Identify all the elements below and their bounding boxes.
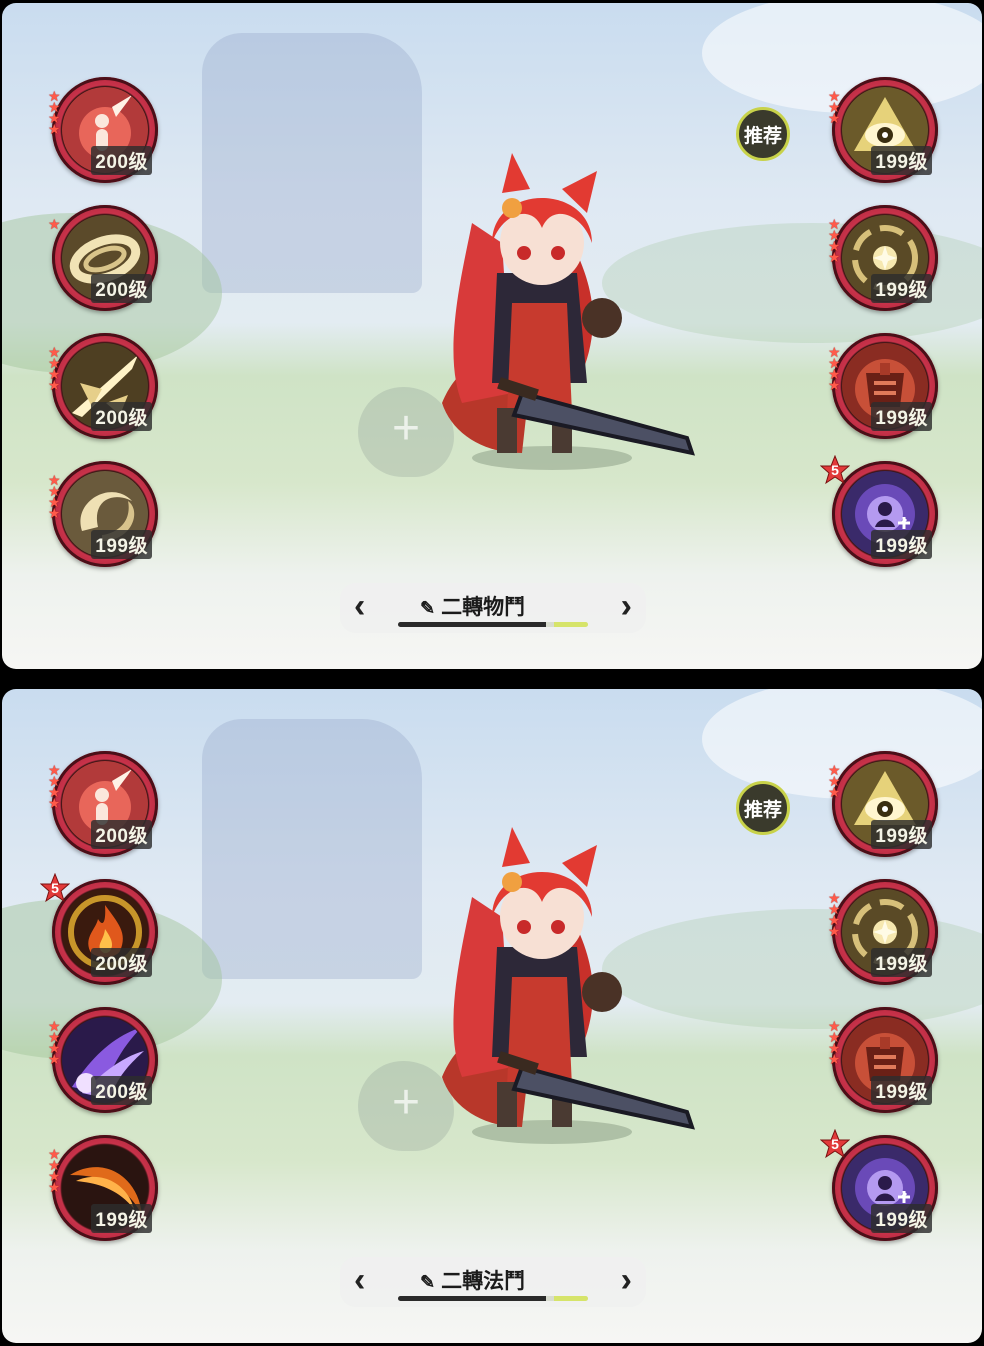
star-rating: ★ ★ ★ ★ [48, 472, 61, 521]
next-build-button[interactable]: › [621, 1263, 632, 1297]
hero-character [402, 153, 702, 483]
progress-accent [553, 622, 588, 627]
skill-slot-left-1[interactable]: ★ ★ ★ ★ 200级 [48, 751, 158, 857]
skill-slot-right-2[interactable]: ★ ★ ★ ★ 199级 [828, 879, 938, 985]
prev-build-button[interactable]: ‹ [354, 589, 365, 623]
star-rating: ★ ★ ★ ★ [48, 1146, 61, 1195]
rank-badge-number: 5 [831, 462, 839, 478]
star-rating: ★ ★ ★ ★ [48, 88, 61, 137]
star-rating: ★ ★ ★ [828, 762, 841, 800]
skill-level: 199级 [871, 1204, 932, 1233]
build-progress-bar [398, 622, 588, 627]
rank-badge-number: 5 [51, 880, 59, 896]
skill-slot-right-4[interactable]: 5 199级 [819, 1128, 938, 1241]
background-cliff [202, 719, 422, 979]
star-rating: ★ ★ ★ ★ [48, 344, 61, 393]
rank-badge-number: 5 [831, 1136, 839, 1152]
skill-level: 199级 [871, 146, 932, 175]
skill-slot-left-2[interactable]: ★ 200级 [48, 205, 158, 311]
build-progress-bar [398, 1296, 588, 1301]
skill-level: 199级 [871, 530, 932, 559]
star-rating: ★ ★ ★ ★ [828, 344, 841, 393]
star-rating: ★ ★ ★ ★ [828, 890, 841, 939]
build-name: 二轉物鬥 [441, 596, 526, 619]
skill-slot-right-3[interactable]: ★ ★ ★ ★ 199级 [828, 333, 938, 439]
skill-level: 199级 [91, 530, 152, 559]
hero-character [402, 827, 702, 1157]
skill-level: 200级 [91, 402, 152, 431]
skill-slot-right-4[interactable]: 5 199级 [819, 454, 938, 567]
build-name-button[interactable]: ✎ 二轉物鬥 [420, 591, 525, 621]
build-panel-bottom: ★ ★ ★ ★ 200级 5 200级 ★ ★ ★ ★ 200级 ★ ★ ★ ★ 199级 推荐 [2, 689, 982, 1343]
rank-badge: 5 [39, 872, 71, 903]
star-rating: ★ ★ ★ [828, 88, 841, 126]
skill-level: 199级 [871, 274, 932, 303]
skill-level: 199级 [91, 1204, 152, 1233]
skill-slot-left-4[interactable]: ★ ★ ★ ★ 199级 [48, 1135, 158, 1241]
star-rating: ★ ★ ★ ★ [48, 1018, 61, 1067]
skill-slot-right-2[interactable]: ★ ★ ★ ★ 199级 [828, 205, 938, 311]
background-cliff [202, 33, 422, 293]
edit-pencil-icon: ✎ [420, 1272, 436, 1292]
skill-level: 200级 [91, 274, 152, 303]
recommend-button[interactable]: 推荐 [736, 781, 790, 835]
skill-slot-left-3[interactable]: ★ ★ ★ ★ 200级 [48, 1007, 158, 1113]
star-rating: ★ [48, 216, 61, 232]
prev-build-button[interactable]: ‹ [354, 1263, 365, 1297]
recommend-button[interactable]: 推荐 [736, 107, 790, 161]
skill-level: 199级 [871, 948, 932, 977]
star-rating: ★ ★ ★ ★ [48, 762, 61, 811]
skill-slot-left-3[interactable]: ★ ★ ★ ★ 200级 [48, 333, 158, 439]
skill-slot-right-1[interactable]: ★ ★ ★ 199级 [828, 77, 938, 183]
edit-pencil-icon: ✎ [420, 598, 436, 618]
next-build-button[interactable]: › [621, 589, 632, 623]
skill-slot-left-1[interactable]: ★ ★ ★ ★ 200级 [48, 77, 158, 183]
skill-level: 200级 [91, 820, 152, 849]
skill-level: 199级 [871, 402, 932, 431]
build-name-button[interactable]: ✎ 二轉法鬥 [420, 1265, 525, 1295]
rank-badge: 5 [819, 1128, 851, 1159]
skill-slot-right-3[interactable]: ★ ★ ★ ★ 199级 [828, 1007, 938, 1113]
skill-slot-right-1[interactable]: ★ ★ ★ 199级 [828, 751, 938, 857]
progress-accent [553, 1296, 588, 1301]
skill-level: 199级 [871, 1076, 932, 1105]
rank-badge: 5 [819, 454, 851, 485]
skill-level: 200级 [91, 146, 152, 175]
skill-slot-left-4[interactable]: ★ ★ ★ ★ 199级 [48, 461, 158, 567]
skill-level: 200级 [91, 1076, 152, 1105]
progress-fill [398, 622, 547, 627]
build-switcher: ‹ ✎ 二轉物鬥 › [340, 583, 646, 633]
build-switcher: ‹ ✎ 二轉法鬥 › [340, 1257, 646, 1307]
skill-level: 199级 [871, 820, 932, 849]
skill-slot-left-2[interactable]: 5 200级 [39, 872, 158, 985]
star-rating: ★ ★ ★ ★ [828, 216, 841, 265]
build-panel-top: ★ ★ ★ ★ 200级 ★ 200级 ★ ★ ★ ★ 200级 ★ ★ ★ ★ 199级 推荐 … [2, 3, 982, 669]
skill-level: 200级 [91, 948, 152, 977]
star-rating: ★ ★ ★ ★ [828, 1018, 841, 1067]
build-name: 二轉法鬥 [441, 1270, 526, 1293]
progress-fill [398, 1296, 547, 1301]
